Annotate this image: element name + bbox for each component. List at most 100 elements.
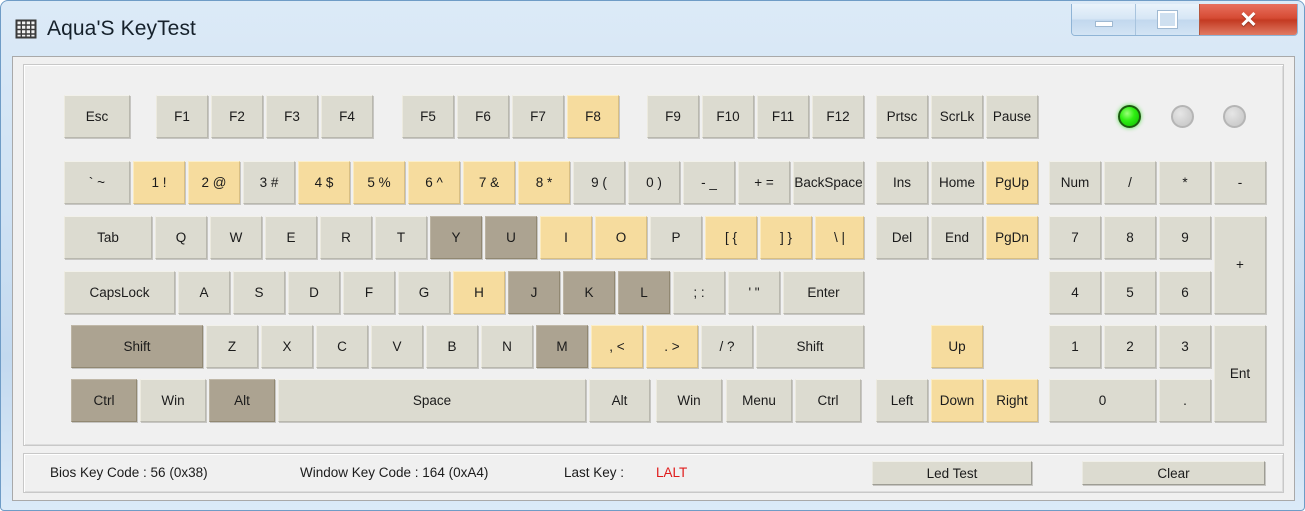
key-8[interactable]: 8: [1104, 216, 1156, 259]
key-0[interactable]: 0 ): [628, 161, 680, 204]
key-8-star[interactable]: 8 *: [518, 161, 570, 204]
led-test-button[interactable]: Led Test: [872, 461, 1032, 485]
key-k[interactable]: K: [563, 271, 615, 314]
key-up[interactable]: Up: [931, 325, 983, 368]
key-f3[interactable]: F3: [266, 95, 318, 138]
key-l[interactable]: L: [618, 271, 670, 314]
key-num[interactable]: Num: [1049, 161, 1101, 204]
key-tab[interactable]: Tab: [64, 216, 152, 259]
key-esc[interactable]: Esc: [64, 95, 130, 138]
key-menu[interactable]: Menu: [726, 379, 792, 422]
close-button[interactable]: ✕: [1199, 4, 1297, 35]
key-6[interactable]: 6 ^: [408, 161, 460, 204]
key-f2[interactable]: F2: [211, 95, 263, 138]
key-end[interactable]: End: [931, 216, 983, 259]
key-i[interactable]: I: [540, 216, 592, 259]
key-f[interactable]: F: [343, 271, 395, 314]
key-alt[interactable]: Alt: [589, 379, 650, 422]
key-pause[interactable]: Pause: [986, 95, 1038, 138]
key-c[interactable]: C: [316, 325, 368, 368]
key-t[interactable]: T: [375, 216, 427, 259]
key-5[interactable]: 5 %: [353, 161, 405, 204]
key-f9[interactable]: F9: [647, 95, 699, 138]
key-5[interactable]: 5: [1104, 271, 1156, 314]
key-u[interactable]: U: [485, 216, 537, 259]
key-f5[interactable]: F5: [402, 95, 454, 138]
key-g[interactable]: G: [398, 271, 450, 314]
key-slash[interactable]: / ?: [701, 325, 753, 368]
key-2[interactable]: 2: [1104, 325, 1156, 368]
key-4[interactable]: 4 $: [298, 161, 350, 204]
minimize-button[interactable]: [1072, 4, 1135, 35]
key-f1[interactable]: F1: [156, 95, 208, 138]
key-f6[interactable]: F6: [457, 95, 509, 138]
key-1[interactable]: 1 !: [133, 161, 185, 204]
key-z[interactable]: Z: [206, 325, 258, 368]
key-scrlk[interactable]: ScrLk: [931, 95, 983, 138]
key-shift[interactable]: Shift: [71, 325, 203, 368]
key-ctrl[interactable]: Ctrl: [71, 379, 137, 422]
key-star[interactable]: *: [1159, 161, 1211, 204]
key-capslock[interactable]: CapsLock: [64, 271, 175, 314]
key-0[interactable]: 0: [1049, 379, 1156, 422]
clear-button[interactable]: Clear: [1082, 461, 1265, 485]
key-plus[interactable]: +: [1214, 216, 1266, 314]
key-down[interactable]: Down: [931, 379, 983, 422]
key-6[interactable]: 6: [1159, 271, 1211, 314]
key-pgup[interactable]: PgUp: [986, 161, 1038, 204]
key-3[interactable]: 3 #: [243, 161, 295, 204]
key-j[interactable]: J: [508, 271, 560, 314]
key-s[interactable]: S: [233, 271, 285, 314]
key-key[interactable]: , <: [591, 325, 643, 368]
key-pgdn[interactable]: PgDn: [986, 216, 1038, 259]
key-f4[interactable]: F4: [321, 95, 373, 138]
key-m[interactable]: M: [536, 325, 588, 368]
key-4[interactable]: 4: [1049, 271, 1101, 314]
key-9[interactable]: 9 (: [573, 161, 625, 204]
key-f7[interactable]: F7: [512, 95, 564, 138]
key-1[interactable]: 1: [1049, 325, 1101, 368]
key-key[interactable]: . >: [646, 325, 698, 368]
key-y[interactable]: Y: [430, 216, 482, 259]
key-slash[interactable]: /: [1104, 161, 1156, 204]
key-shift[interactable]: Shift: [756, 325, 864, 368]
key-ctrl[interactable]: Ctrl: [795, 379, 861, 422]
key-7[interactable]: 7 &: [463, 161, 515, 204]
key-o[interactable]: O: [595, 216, 647, 259]
key-f12[interactable]: F12: [812, 95, 864, 138]
key-key[interactable]: ` ~: [64, 161, 130, 204]
key-key[interactable]: ; :: [673, 271, 725, 314]
key-minus[interactable]: - _: [683, 161, 735, 204]
key-p[interactable]: P: [650, 216, 702, 259]
key-w[interactable]: W: [210, 216, 262, 259]
key-9[interactable]: 9: [1159, 216, 1211, 259]
key-v[interactable]: V: [371, 325, 423, 368]
key-alt[interactable]: Alt: [209, 379, 275, 422]
key-ins[interactable]: Ins: [876, 161, 928, 204]
key-backspace[interactable]: BackSpace: [793, 161, 864, 204]
key-n[interactable]: N: [481, 325, 533, 368]
key-key[interactable]: ] }: [760, 216, 812, 259]
key-q[interactable]: Q: [155, 216, 207, 259]
key-f11[interactable]: F11: [757, 95, 809, 138]
key-f10[interactable]: F10: [702, 95, 754, 138]
key-win[interactable]: Win: [656, 379, 722, 422]
key-h[interactable]: H: [453, 271, 505, 314]
key-home[interactable]: Home: [931, 161, 983, 204]
key-a[interactable]: A: [178, 271, 230, 314]
key-ent[interactable]: Ent: [1214, 325, 1266, 422]
key-key[interactable]: ' ": [728, 271, 780, 314]
key-prtsc[interactable]: Prtsc: [876, 95, 928, 138]
key-space[interactable]: Space: [278, 379, 586, 422]
key-f8[interactable]: F8: [567, 95, 619, 138]
key-key[interactable]: [ {: [705, 216, 757, 259]
maximize-button[interactable]: [1135, 4, 1199, 35]
key-r[interactable]: R: [320, 216, 372, 259]
key-enter[interactable]: Enter: [783, 271, 864, 314]
key-2[interactable]: 2 @: [188, 161, 240, 204]
key-plus[interactable]: + =: [738, 161, 790, 204]
key-x[interactable]: X: [261, 325, 313, 368]
key-7[interactable]: 7: [1049, 216, 1101, 259]
key-backslash-pipe[interactable]: \ |: [815, 216, 864, 259]
key-right[interactable]: Right: [986, 379, 1038, 422]
